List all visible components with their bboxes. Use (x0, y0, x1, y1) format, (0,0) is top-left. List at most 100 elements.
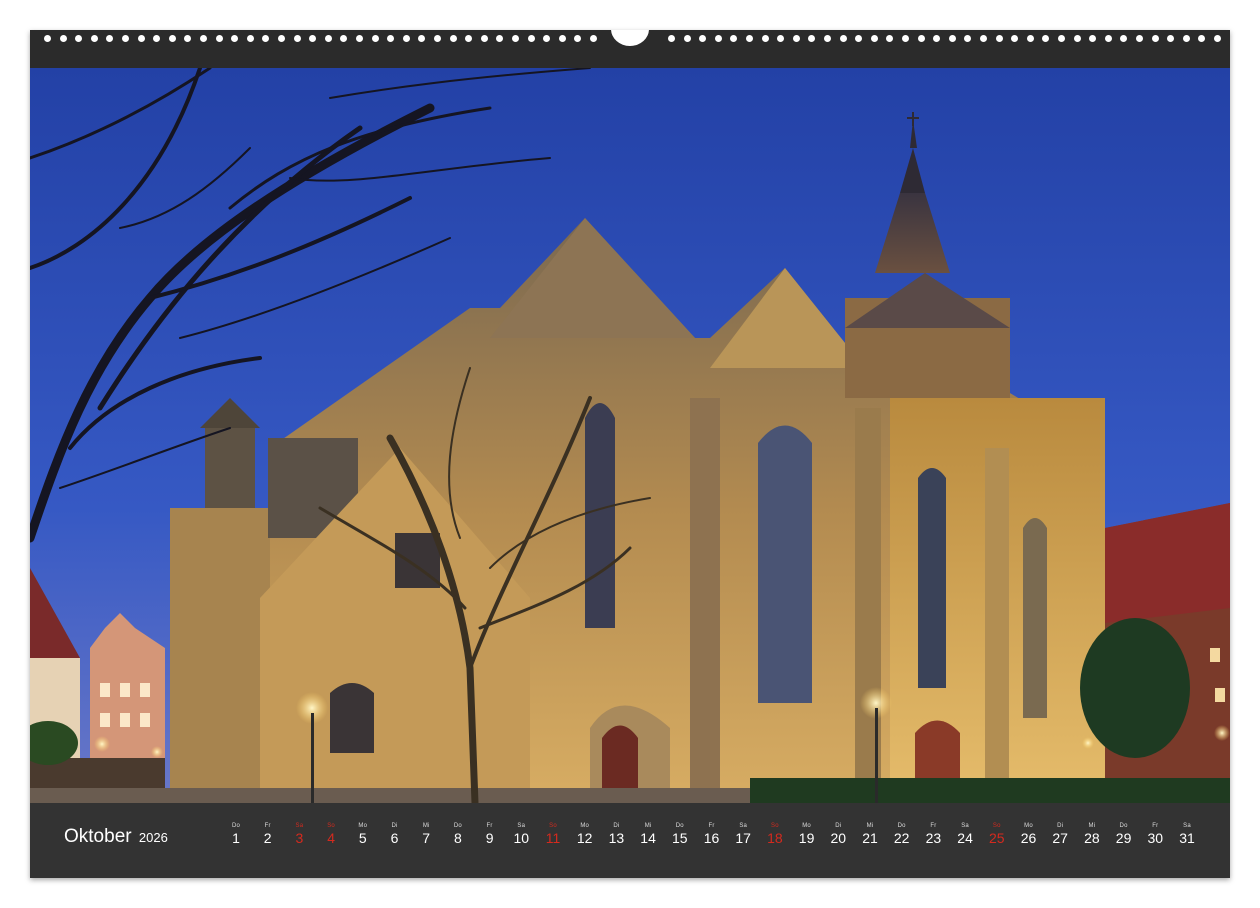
binding-hole (60, 35, 67, 42)
binding-hole (996, 35, 1003, 42)
binding-hole (122, 35, 129, 42)
binding-hole (964, 35, 971, 42)
day-weekday: Di (391, 823, 398, 829)
binding-hole (231, 35, 238, 42)
day-number: 20 (830, 830, 847, 846)
binding-hole (465, 35, 472, 42)
day-weekday: Sa (739, 823, 748, 829)
binding-hole (886, 35, 893, 42)
binding-hole (793, 35, 800, 42)
binding-hole (262, 35, 269, 42)
day-cell: Di 13 (601, 822, 631, 847)
day-cell: So 4 (316, 822, 346, 847)
day-number: 18 (767, 830, 783, 846)
day-cell: Sa 3 (284, 822, 314, 847)
binding-hole (184, 35, 191, 42)
day-weekday: Do (1119, 823, 1128, 829)
day-cell: So 18 (760, 822, 790, 847)
binding-hole (496, 35, 503, 42)
day-number: 23 (925, 830, 942, 846)
day-number: 21 (862, 830, 878, 846)
day-number: 10 (513, 830, 530, 846)
binding-hole (1167, 35, 1174, 42)
day-weekday: Do (675, 823, 684, 829)
day-number: 9 (485, 830, 494, 846)
day-number: 15 (672, 830, 688, 846)
day-number: 31 (1179, 830, 1195, 846)
day-weekday: Mi (866, 823, 874, 829)
day-cell: Do 8 (443, 822, 473, 847)
binding-hole (138, 35, 145, 42)
binding-hole (153, 35, 160, 42)
day-cell: Fr 9 (475, 822, 505, 847)
day-number: 30 (1147, 830, 1164, 846)
day-number: 1 (232, 830, 240, 846)
day-weekday: Mo (802, 823, 811, 829)
day-cell: Sa 17 (728, 822, 758, 847)
day-cell: Fr 16 (697, 822, 727, 847)
binding-hole (699, 35, 706, 42)
binding-hole (824, 35, 831, 42)
day-cell: Fr 2 (253, 822, 283, 847)
day-number: 29 (1115, 830, 1132, 846)
binding-hole (1120, 35, 1127, 42)
day-cell: Mo 5 (348, 822, 378, 847)
binding-hole (871, 35, 878, 42)
binding-hole (512, 35, 519, 42)
binding-hole (247, 35, 254, 42)
church-photo (30, 68, 1230, 803)
month-name: Oktober (64, 826, 132, 847)
binding-hole (590, 35, 597, 42)
day-cell: So 11 (538, 822, 568, 847)
day-cell: Di 20 (823, 822, 853, 847)
day-weekday: Sa (1183, 823, 1191, 829)
binding-hole (1058, 35, 1065, 42)
day-number: 5 (358, 830, 367, 846)
binding-hole (668, 35, 675, 42)
binding-hole (918, 35, 925, 42)
binding-hole (169, 35, 176, 42)
day-weekday: Mo (358, 823, 368, 829)
day-cell: Fr 30 (1140, 822, 1170, 847)
day-number: 25 (989, 830, 1005, 846)
day-weekday: So (327, 823, 335, 829)
day-cell: Mi 7 (411, 822, 441, 847)
day-cell: So 25 (982, 822, 1012, 847)
month-title: Oktober 2026 (64, 826, 168, 848)
binding-hole (1074, 35, 1081, 42)
day-number: 12 (576, 830, 593, 846)
binding-hole (278, 35, 285, 42)
church-photo-illustration (30, 68, 1230, 803)
day-cell: Sa 31 (1172, 822, 1202, 847)
day-weekday: Fr (930, 823, 937, 829)
day-weekday: Do (453, 823, 462, 829)
binding-hole (1183, 35, 1190, 42)
binding-hole (1152, 35, 1159, 42)
day-cell: Sa 24 (950, 822, 980, 847)
day-number: 27 (1052, 830, 1068, 846)
binding-hole (91, 35, 98, 42)
binding-hole (840, 35, 847, 42)
day-weekday: Di (835, 823, 842, 829)
day-weekday: Fr (1152, 823, 1159, 829)
binding-hole (1089, 35, 1096, 42)
binding-hole (434, 35, 441, 42)
binding-hole (75, 35, 82, 42)
day-cell: Mo 12 (570, 822, 600, 847)
day-cell: Di 6 (380, 822, 410, 847)
month-year: 2026 (138, 830, 168, 845)
binding-hole (340, 35, 347, 42)
binding-hole (1042, 35, 1049, 42)
binding-hole (762, 35, 769, 42)
day-number: 6 (390, 830, 399, 846)
binding-hole (855, 35, 862, 42)
binding-hole (481, 35, 488, 42)
day-number: 4 (327, 830, 335, 846)
day-cell: Do 1 (221, 822, 251, 847)
day-number: 13 (608, 830, 625, 846)
binding-hole (559, 35, 566, 42)
binding-hole (216, 35, 223, 42)
binding-hole (387, 35, 394, 42)
binding-hole (1214, 35, 1221, 42)
day-cell: Sa 10 (506, 822, 536, 847)
